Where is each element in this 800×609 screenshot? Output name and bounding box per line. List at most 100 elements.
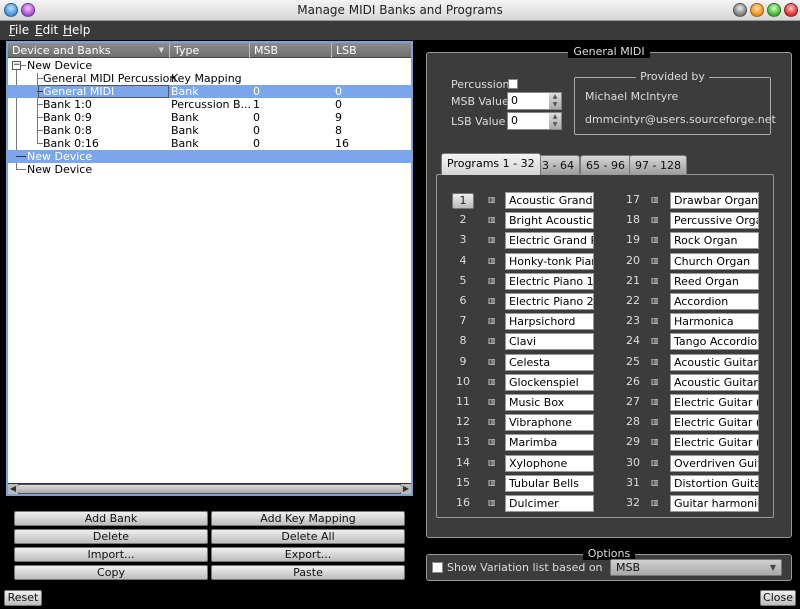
menu-file[interactable]: File	[9, 23, 29, 37]
keyboard-icon[interactable]: ▥	[488, 236, 496, 244]
keyboard-icon[interactable]: ▥	[651, 418, 659, 426]
program-number-button[interactable]: 5	[452, 273, 474, 289]
program-number-button[interactable]: 12	[452, 414, 474, 430]
add-key-mapping-button[interactable]: Add Key Mapping	[211, 511, 405, 526]
tree-row-device[interactable]: − New Device	[8, 59, 411, 72]
program-number-button[interactable]: 11	[452, 394, 474, 410]
tree-row-bank[interactable]: Bank 0:8 Bank 0 8	[8, 124, 411, 137]
program-number-button[interactable]: 26	[622, 374, 644, 390]
shade-button[interactable]	[733, 3, 747, 17]
keyboard-icon[interactable]: ▥	[651, 196, 659, 204]
program-name-field[interactable]: Acoustic Guitar (steel)	[670, 373, 759, 391]
keyboard-icon[interactable]: ▥	[651, 256, 659, 264]
keyboard-icon[interactable]: ▥	[651, 297, 659, 305]
keyboard-icon[interactable]: ▥	[488, 438, 496, 446]
delete-button[interactable]: Delete	[14, 529, 208, 544]
keyboard-icon[interactable]: ▥	[651, 216, 659, 224]
program-number-button[interactable]: 17	[622, 192, 644, 208]
program-name-field[interactable]: Music Box	[505, 394, 594, 411]
program-name-field[interactable]: Harmonica	[670, 313, 759, 331]
collapse-icon[interactable]: −	[12, 61, 21, 70]
program-number-button[interactable]: 13	[452, 434, 474, 450]
keyboard-icon[interactable]: ▥	[488, 458, 496, 466]
program-name-field[interactable]: Drawbar Organ	[670, 192, 759, 209]
close-window-button[interactable]	[784, 3, 798, 17]
program-number-button[interactable]: 20	[622, 253, 644, 269]
keyboard-icon[interactable]: ▥	[488, 398, 496, 406]
keyboard-icon[interactable]: ▥	[651, 276, 659, 284]
tree-row-bank[interactable]: Bank 1:0 Percussion B... 1 0	[8, 98, 411, 111]
program-number-button[interactable]: 22	[622, 293, 644, 309]
msb-value-spinbox[interactable]: 0 ▲ ▼	[507, 92, 562, 110]
program-name-field[interactable]: Tango Accordion	[670, 333, 759, 351]
keyboard-icon[interactable]: ▥	[651, 357, 659, 365]
program-number-button[interactable]: 1	[452, 193, 474, 209]
horizontal-scrollbar[interactable]: ◀ ▶	[8, 483, 411, 494]
tree-row-bank-selected[interactable]: General MIDI Bank 0 0	[8, 85, 411, 98]
program-name-field[interactable]: Church Organ	[670, 252, 759, 270]
show-variation-checkbox[interactable]	[432, 562, 443, 573]
tree-row-bank[interactable]: Bank 0:9 Bank 0 9	[8, 111, 411, 124]
program-name-field[interactable]: Percussive Organ	[670, 212, 759, 230]
program-number-button[interactable]: 23	[622, 313, 644, 329]
program-name-field[interactable]: Bright Acoustic Piano	[505, 212, 594, 230]
program-number-button[interactable]: 7	[452, 313, 474, 329]
program-number-button[interactable]: 18	[622, 212, 644, 228]
percussion-checkbox[interactable]	[508, 79, 518, 89]
import-button[interactable]: Import...	[14, 547, 208, 562]
keyboard-icon[interactable]: ▥	[488, 196, 496, 204]
keyboard-icon[interactable]: ▥	[651, 236, 659, 244]
scrollbar-thumb[interactable]	[18, 485, 401, 493]
program-name-field[interactable]: Electric Piano 2	[505, 293, 594, 310]
column-msb[interactable]: MSB	[250, 43, 332, 58]
keyboard-icon[interactable]: ▥	[651, 337, 659, 345]
program-number-button[interactable]: 31	[622, 475, 644, 491]
program-number-button[interactable]: 19	[622, 232, 644, 248]
program-name-field[interactable]: Celesta	[505, 353, 594, 371]
tree-row-bank[interactable]: General MIDI Percussion Key Mapping	[8, 72, 411, 85]
program-number-button[interactable]: 3	[452, 232, 474, 248]
device-bank-tree[interactable]: Device and Banks ▼ Type MSB LSB − New De…	[6, 41, 413, 496]
program-number-button[interactable]: 30	[622, 455, 644, 471]
program-name-field[interactable]: Electric Grand Piano	[505, 232, 594, 250]
program-name-field[interactable]: Marimba	[505, 434, 594, 452]
program-number-button[interactable]: 27	[622, 394, 644, 410]
keyboard-icon[interactable]: ▥	[651, 499, 659, 507]
keyboard-icon[interactable]: ▥	[488, 357, 496, 365]
program-number-button[interactable]: 14	[452, 455, 474, 471]
close-button[interactable]: Close	[760, 590, 796, 606]
program-number-button[interactable]: 15	[452, 475, 474, 491]
delete-all-button[interactable]: Delete All	[211, 529, 405, 544]
maximize-button[interactable]	[767, 3, 781, 17]
keyboard-icon[interactable]: ▥	[651, 458, 659, 466]
program-name-field[interactable]: Guitar harmonics	[670, 495, 759, 512]
keyboard-icon[interactable]: ▥	[651, 438, 659, 446]
program-name-field[interactable]: Electric Piano 1	[505, 272, 594, 290]
keyboard-icon[interactable]: ▥	[488, 418, 496, 426]
keyboard-icon[interactable]: ▥	[488, 377, 496, 385]
program-number-button[interactable]: 29	[622, 434, 644, 450]
program-number-button[interactable]: 24	[622, 333, 644, 349]
program-name-field[interactable]: Distortion Guitar	[670, 474, 759, 492]
lsb-value-spinbox[interactable]: 0 ▲ ▼	[507, 112, 562, 130]
program-name-field[interactable]: Xylophone	[505, 454, 594, 472]
program-name-field[interactable]: Clavi	[505, 333, 594, 351]
program-number-button[interactable]: 9	[452, 354, 474, 370]
keyboard-icon[interactable]: ▥	[488, 317, 496, 325]
program-name-field[interactable]: Vibraphone	[505, 414, 594, 432]
program-name-field[interactable]: Electric Guitar (clean)	[670, 414, 759, 432]
keyboard-icon[interactable]: ▥	[488, 276, 496, 284]
keyboard-icon[interactable]: ▥	[651, 398, 659, 406]
paste-button[interactable]: Paste	[211, 565, 405, 580]
tree-row-device[interactable]: New Device	[8, 163, 411, 176]
program-name-field[interactable]: Reed Organ	[670, 272, 759, 290]
keyboard-icon[interactable]: ▥	[488, 297, 496, 305]
tab-programs-65-96[interactable]: 65 - 96	[580, 155, 631, 174]
tab-programs-1-32[interactable]: Programs 1 - 32	[441, 153, 541, 175]
program-number-button[interactable]: 8	[452, 333, 474, 349]
program-name-field[interactable]: Glockenspiel	[505, 373, 594, 391]
program-name-field[interactable]: Rock Organ	[670, 232, 759, 250]
program-name-field[interactable]: Tubular Bells	[505, 474, 594, 492]
spin-arrows-icon[interactable]: ▲ ▼	[549, 113, 561, 129]
program-number-button[interactable]: 10	[452, 374, 474, 390]
